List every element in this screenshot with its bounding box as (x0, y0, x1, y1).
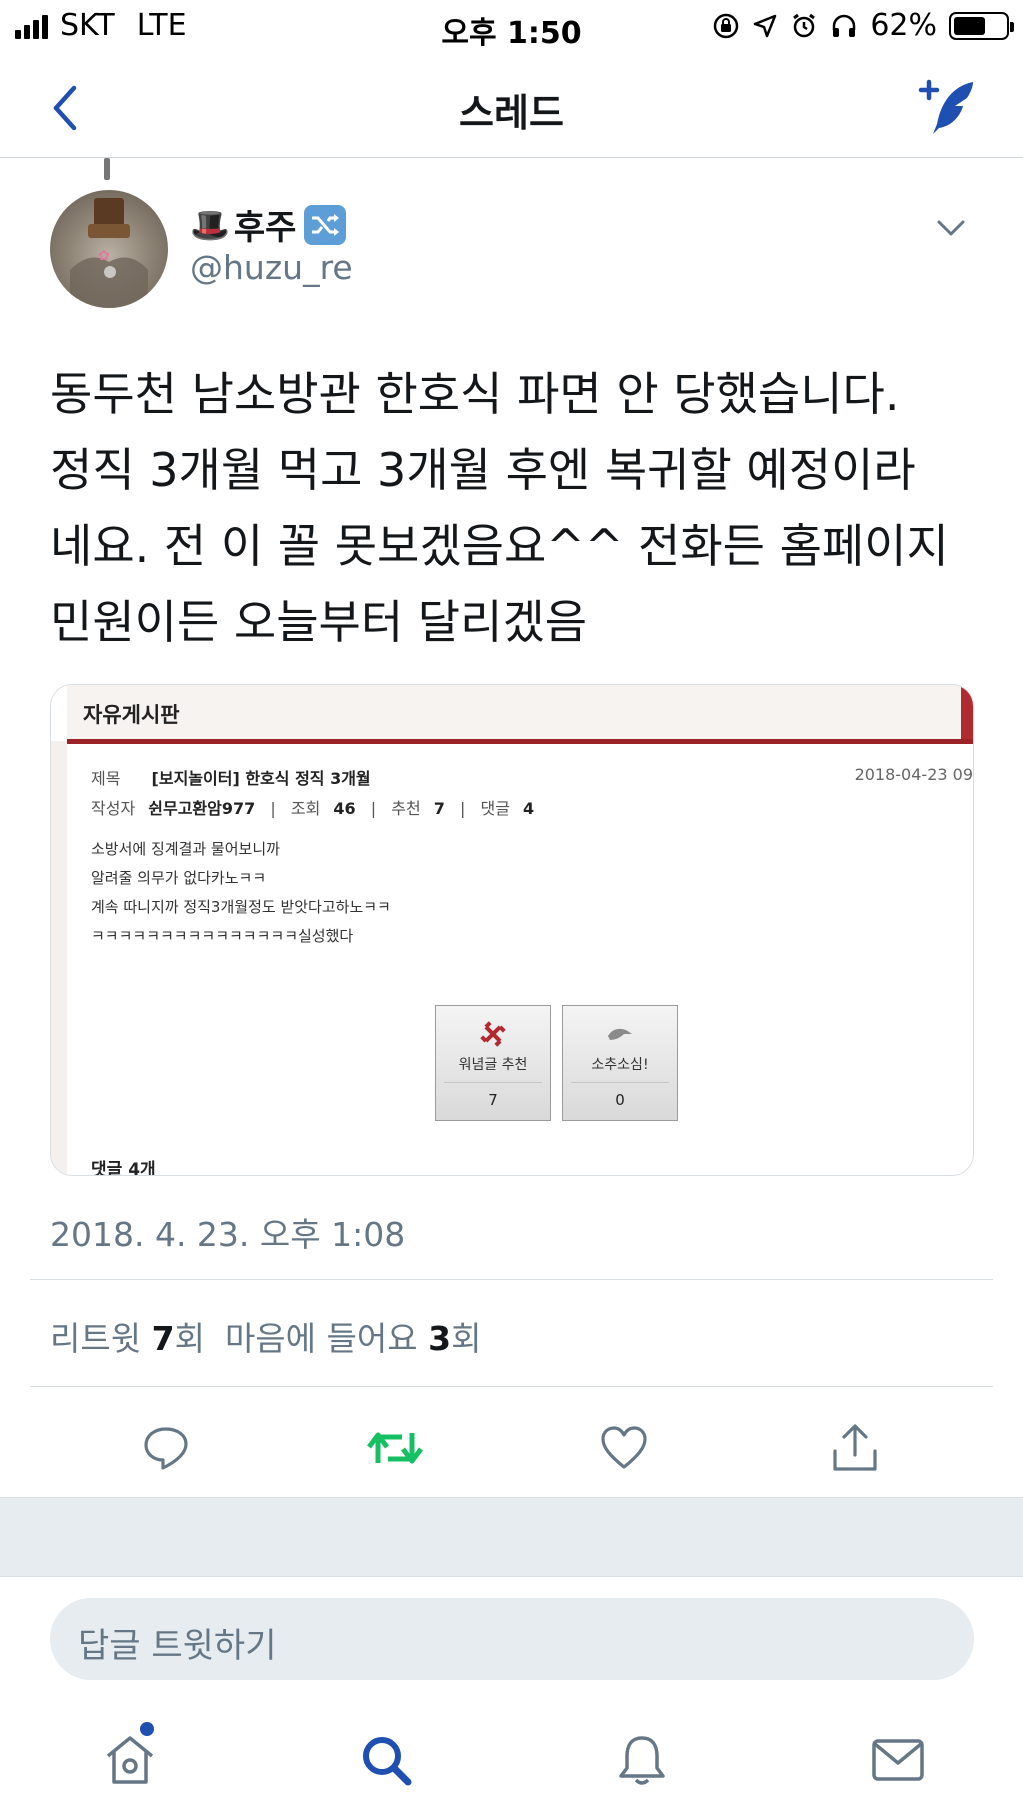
mail-icon (872, 1739, 924, 1781)
vote-up-count: 7 (488, 1091, 498, 1109)
post-views: 46 (333, 799, 356, 818)
post-body-line: ㅋㅋㅋㅋㅋㅋㅋㅋㅋㅋㅋㅋㅋㅋㅋ실성했다 (91, 927, 354, 945)
tab-search[interactable] (354, 1728, 418, 1792)
top-hat-emoji: 🎩 (190, 205, 230, 244)
tab-messages[interactable] (866, 1728, 930, 1792)
tab-bar (0, 1700, 1023, 1820)
comment-total: 댓글 4개 (91, 1160, 156, 1176)
shuffle-icon (304, 204, 347, 245)
post-body-line: 소방서에 징계결과 물어보니까 (91, 840, 280, 858)
retweet-stat[interactable]: 리트윗 7회 (50, 1312, 205, 1360)
share-button[interactable] (825, 1420, 885, 1476)
reply-bubble-icon (144, 1427, 188, 1470)
retweets-label: 리트윗 (50, 1319, 142, 1358)
section-separator (0, 1497, 1023, 1577)
vote-down-box: 소추소심! 0 (562, 1005, 678, 1121)
location-icon (754, 14, 777, 37)
tweet-text: 동두천 남소방관 한호식 파면 안 당했습니다. 정직 3개월 먹고 3개월 후… (50, 367, 949, 649)
avatar[interactable]: ✿ (50, 190, 168, 308)
compose-tweet-button[interactable] (913, 76, 983, 138)
retweet-icon (367, 1432, 423, 1464)
post-body-line: 알려줄 의무가 없다카노ㅋㅋ (91, 869, 267, 887)
tweet-timestamp: 2018. 4. 23. 오후 1:08 (50, 1215, 406, 1254)
home-icon (106, 1736, 154, 1784)
vote-up-icon (480, 1021, 506, 1047)
divider (30, 1386, 993, 1387)
likes-label: 마음에 들어요 (224, 1319, 418, 1358)
views-label: 조회 (290, 799, 321, 818)
hand-icon (608, 1028, 632, 1040)
battery-percent: 62% (870, 8, 937, 43)
author-label: 작성자 (91, 799, 136, 818)
post-date: 2018-04-23 09 (854, 765, 973, 784)
vote-down-count: 0 (615, 1091, 625, 1109)
recommend-label: 추천 (391, 799, 421, 818)
board-side-strip (51, 741, 67, 1175)
user-handle[interactable]: @huzu_re (190, 248, 353, 287)
display-name[interactable]: 🎩 후주 (190, 200, 347, 249)
alarm-icon (793, 13, 816, 37)
reply-placeholder: 답글 트윗하기 (78, 1626, 277, 1666)
tab-home[interactable] (98, 1728, 162, 1792)
search-icon (363, 1737, 412, 1786)
avatar-image: ✿ (70, 198, 148, 308)
headphones-icon (833, 14, 856, 37)
heart-icon (601, 1426, 647, 1469)
tweet-actions (0, 1400, 1023, 1496)
likes-count: 3 (428, 1319, 452, 1358)
likes-suffix: 회 (451, 1319, 482, 1358)
like-stat[interactable]: 마음에 들어요 3회 (225, 1312, 482, 1360)
battery-icon (949, 11, 1014, 40)
reply-button[interactable] (136, 1420, 196, 1476)
page-title: 스레드 (459, 91, 564, 135)
feather-plus-icon (918, 79, 973, 134)
post-subject: [보지놀이터] 한호식 정직 3개월 (151, 769, 371, 788)
post-body: 소방서에 징계결과 물어보니까 알려줄 의무가 없다카노ㅋㅋ 계속 따니지까 정… (91, 835, 391, 951)
post-recommend: 7 (433, 799, 445, 818)
post-info-row: 작성자 쉰무고환암977 | 조회 46 | 추천 7 | 댓글 4 (91, 799, 535, 818)
board-divider (67, 739, 973, 744)
retweets-count: 7 (151, 1319, 175, 1358)
comments-label: 댓글 (480, 799, 510, 818)
vote-down-label: 소추소심! (571, 1054, 669, 1083)
retweet-button[interactable] (365, 1420, 425, 1476)
status-bar: SKT LTE 오후 1:50 62% (0, 0, 1023, 52)
like-button[interactable] (594, 1420, 654, 1476)
avatar-decoration (104, 158, 110, 180)
divider (30, 1279, 993, 1280)
tab-notifications[interactable] (610, 1728, 674, 1792)
svg-text:✿: ✿ (98, 248, 110, 264)
reply-input[interactable]: 답글 트윗하기 (50, 1598, 974, 1680)
orientation-lock-icon (714, 13, 739, 38)
subject-label: 제목 (91, 769, 121, 788)
share-icon (833, 1424, 877, 1471)
post-author: 쉰무고환암977 (148, 799, 256, 818)
tweet-stats: 리트윗 7회 마음에 들어요 3회 (50, 1312, 481, 1360)
status-right: 62% (712, 8, 1014, 43)
retweets-suffix: 회 (174, 1319, 205, 1358)
battery-fill (954, 16, 985, 35)
home-notification-dot (140, 1722, 154, 1736)
post-body-line: 계속 따니지까 정직3개월정도 받앗다고하노ㅋㅋ (91, 898, 391, 916)
nav-bar: 스레드 (0, 58, 1023, 158)
vote-up-label: 워념글 추천 (444, 1054, 542, 1083)
tweet-options-button[interactable] (929, 210, 973, 246)
board-header: 자유게시판 (67, 685, 973, 741)
vote-up-box: 워념글 추천 7 (435, 1005, 551, 1121)
post-comments: 4 (523, 799, 535, 818)
tweet-image[interactable]: 자유게시판 제목 [보지놀이터] 한호식 정직 3개월 2018-04-23 0… (50, 684, 974, 1176)
post-subject-row: 제목 [보지놀이터] 한호식 정직 3개월 (91, 765, 371, 789)
board-accent (961, 685, 973, 741)
chevron-down-icon (937, 220, 965, 236)
board-title: 자유게시판 (83, 703, 180, 727)
display-name-text: 후주 (233, 208, 297, 248)
bell-icon (619, 1736, 665, 1785)
